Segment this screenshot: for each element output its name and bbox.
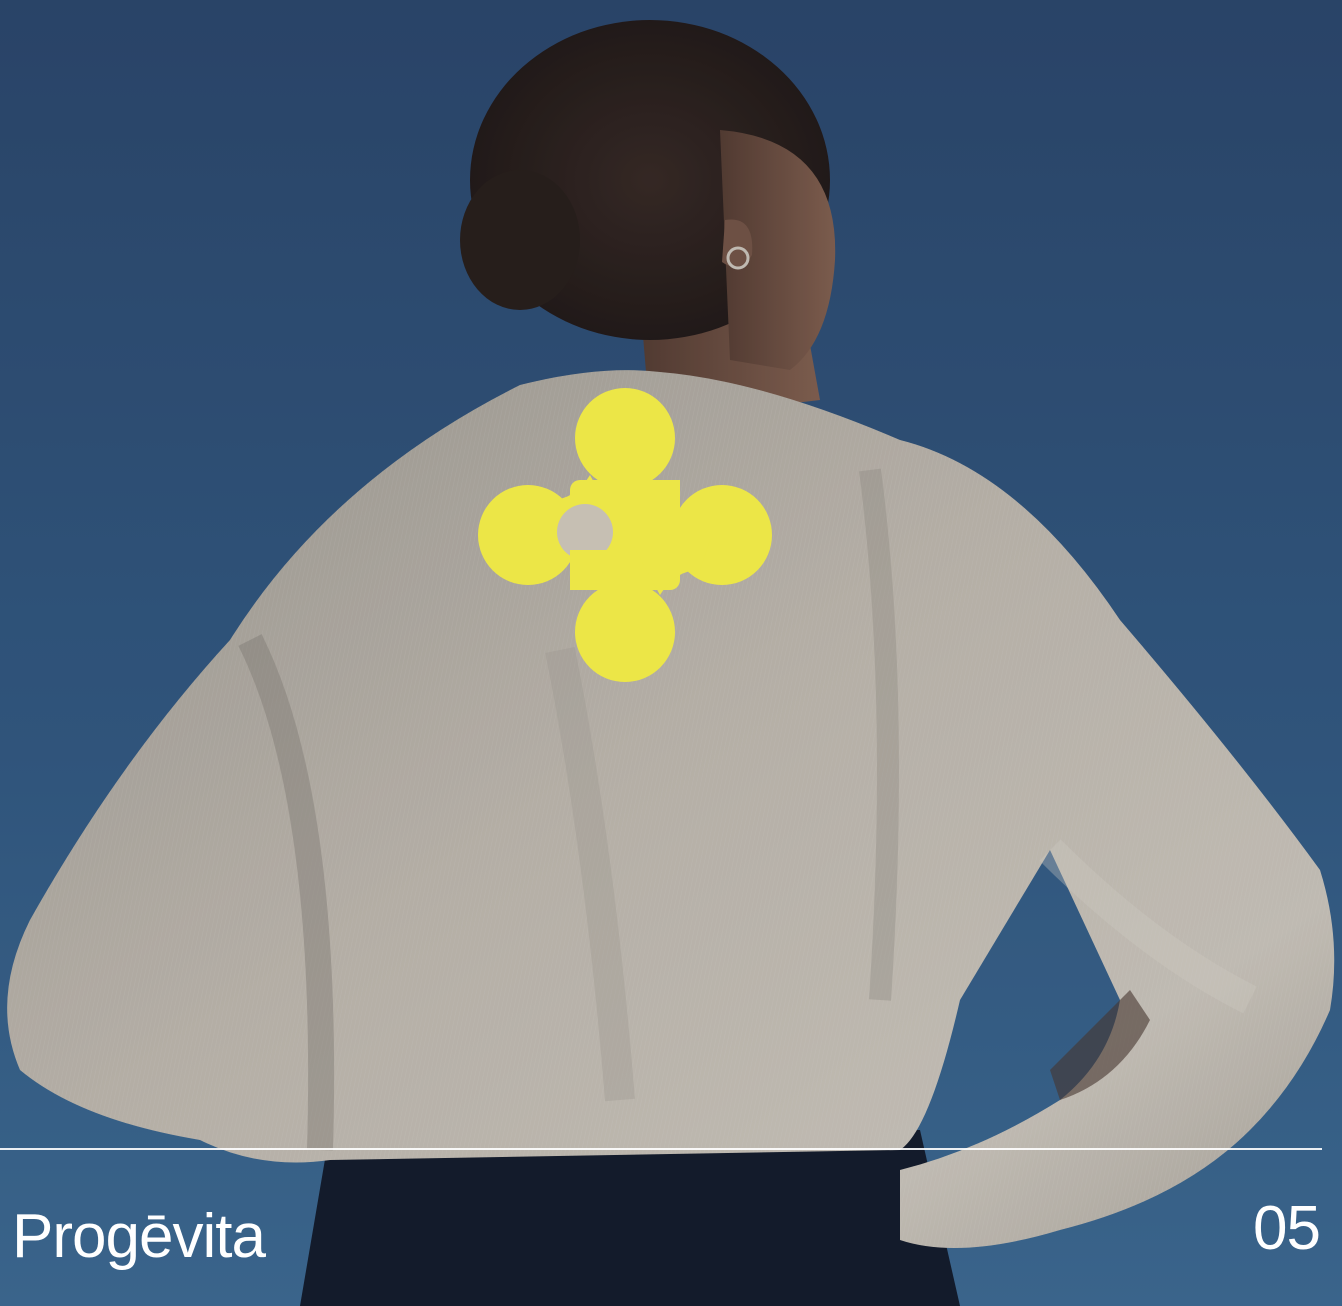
photo-slide: Progēvita 05 bbox=[0, 0, 1342, 1306]
progevita-logo-mark bbox=[478, 388, 772, 682]
brand-name: Progēvita bbox=[12, 1202, 266, 1271]
brand-lockup: Progēvita bbox=[0, 1192, 266, 1282]
page-number: 05 bbox=[1253, 1194, 1321, 1263]
progevita-logo-icon bbox=[0, 1222, 2, 1252]
footer-divider bbox=[0, 1148, 1322, 1150]
